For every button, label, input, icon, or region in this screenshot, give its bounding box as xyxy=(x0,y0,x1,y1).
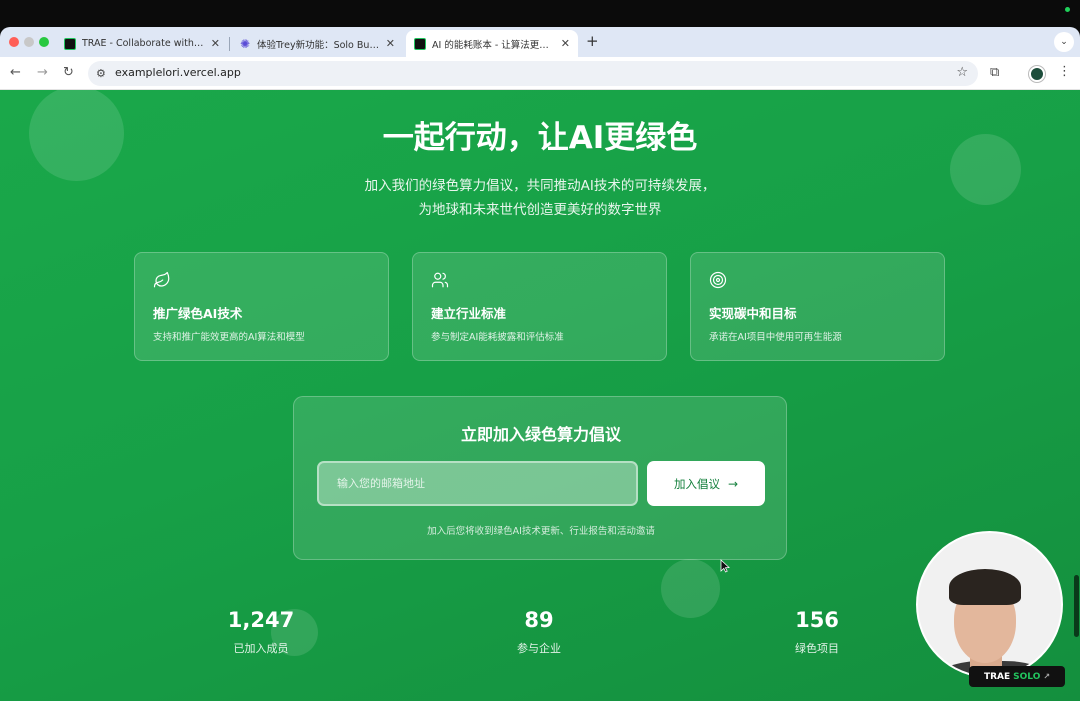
mouse-cursor-icon xyxy=(720,559,730,573)
stat-label: 已加入成员 xyxy=(233,642,289,655)
page-scrollbar[interactable] xyxy=(1074,575,1079,637)
join-title: 立即加入绿色算力倡议 xyxy=(460,425,621,444)
window-frame: TRAE - Collaborate with Intelligence ✕ ✺… xyxy=(0,0,1080,701)
tab-search-button[interactable]: ⌄ xyxy=(1054,32,1074,52)
decorative-circle xyxy=(661,559,720,618)
stat-value: 89 xyxy=(524,608,554,632)
email-input[interactable] xyxy=(317,461,638,506)
tab-separator xyxy=(229,37,230,51)
target-icon xyxy=(709,271,727,289)
trae-icon xyxy=(64,37,76,50)
tab-ai-energy[interactable]: AI 的能耗账本 - 让算法更高效 ✕ xyxy=(406,30,578,57)
external-link-icon: ↗ xyxy=(1043,672,1051,681)
trae-icon xyxy=(414,37,426,50)
stat-value: 1,247 xyxy=(227,608,295,632)
trae-solo-badge[interactable]: TRAE SOLO ↗ xyxy=(969,666,1065,687)
new-tab-button[interactable]: + xyxy=(586,32,599,50)
address-bar[interactable]: ⚙ examplelori.vercel.app ☆ xyxy=(88,61,978,86)
card-description: 参与制定AI能耗披露和评估标准 xyxy=(431,332,564,343)
feature-card-standards: 建立行业标准 参与制定AI能耗披露和评估标准 xyxy=(412,252,667,361)
tab-title: 体验Trey新功能：Solo Builder xyxy=(257,39,380,51)
stat-companies: 89 参与企业 xyxy=(459,608,619,656)
more-menu-icon[interactable]: ⋮ xyxy=(1058,64,1071,79)
tab-title: AI 的能耗账本 - 让算法更高效 xyxy=(432,39,555,51)
arrow-right-icon: → xyxy=(727,476,739,491)
tab-bar: TRAE - Collaborate with Intelligence ✕ ✺… xyxy=(0,27,1080,57)
tab-trae[interactable]: TRAE - Collaborate with Intelligence ✕ xyxy=(56,30,228,57)
close-icon[interactable]: ✕ xyxy=(211,37,220,50)
card-description: 支持和推广能效更高的AI算法和模型 xyxy=(153,332,305,343)
join-button-label: 加入倡议 xyxy=(673,476,720,491)
badge-trae-text: TRAE xyxy=(983,671,1011,682)
maximize-window-button[interactable] xyxy=(39,37,49,47)
stat-label: 参与企业 xyxy=(517,642,561,655)
tab-title: TRAE - Collaborate with Intelligence xyxy=(82,38,205,49)
join-initiative-button[interactable]: 加入倡议 → xyxy=(647,461,765,506)
browser-toolbar: ← → ↻ ⚙ examplelori.vercel.app ☆ ⧉ ⋮ xyxy=(0,57,1080,90)
join-initiative-panel: 立即加入绿色算力倡议 加入倡议 → 加入后您将收到绿色AI技术更新、行业报告和活… xyxy=(293,396,787,560)
close-window-button[interactable] xyxy=(9,37,19,47)
stat-members: 1,247 已加入成员 xyxy=(181,608,341,656)
presenter-hair xyxy=(949,569,1021,605)
reload-icon[interactable]: ↻ xyxy=(63,65,74,80)
feature-card-green-ai: 推广绿色AI技术 支持和推广能效更高的AI算法和模型 xyxy=(134,252,389,361)
extensions-puzzle-icon[interactable]: ⧉ xyxy=(990,65,999,80)
forward-arrow-icon[interactable]: → xyxy=(37,65,48,80)
url-text[interactable]: examplelori.vercel.app xyxy=(115,66,241,79)
camera-indicator xyxy=(1065,7,1070,12)
card-description: 承诺在AI项目中使用可再生能源 xyxy=(709,332,842,343)
card-title: 推广绿色AI技术 xyxy=(153,306,243,321)
page-subtitle: 为地球和未来世代创造更美好的数字世界 xyxy=(418,202,662,218)
stat-projects: 156 绿色项目 xyxy=(737,608,897,656)
leaf-icon xyxy=(153,271,170,288)
page-subtitle: 加入我们的绿色算力倡议，共同推动AI技术的可持续发展， xyxy=(364,178,716,194)
badge-solo-text: SOLO xyxy=(1013,671,1041,682)
close-icon[interactable]: ✕ xyxy=(386,37,395,50)
stat-label: 绿色项目 xyxy=(795,642,839,655)
site-settings-icon[interactable]: ⚙ xyxy=(96,67,106,80)
card-title: 实现碳中和目标 xyxy=(709,306,797,321)
bookmark-star-icon[interactable]: ☆ xyxy=(956,65,968,80)
back-arrow-icon[interactable]: ← xyxy=(10,65,21,80)
users-icon xyxy=(431,272,449,288)
feature-card-carbon-neutral: 实现碳中和目标 承诺在AI项目中使用可再生能源 xyxy=(690,252,945,361)
webcam-presenter xyxy=(916,531,1063,678)
card-title: 建立行业标准 xyxy=(431,306,507,321)
close-icon[interactable]: ✕ xyxy=(561,37,570,50)
tab-solo-builder[interactable]: ✺ 体验Trey新功能：Solo Builder ✕ xyxy=(231,30,403,57)
profile-avatar[interactable] xyxy=(1029,66,1045,82)
minimize-window-button[interactable] xyxy=(24,37,34,47)
join-note: 加入后您将收到绿色AI技术更新、行业报告和活动邀请 xyxy=(427,526,655,537)
gear-icon: ✺ xyxy=(239,36,251,51)
stat-value: 156 xyxy=(795,608,839,632)
page-title: 一起行动，让AI更绿色 xyxy=(382,120,698,156)
